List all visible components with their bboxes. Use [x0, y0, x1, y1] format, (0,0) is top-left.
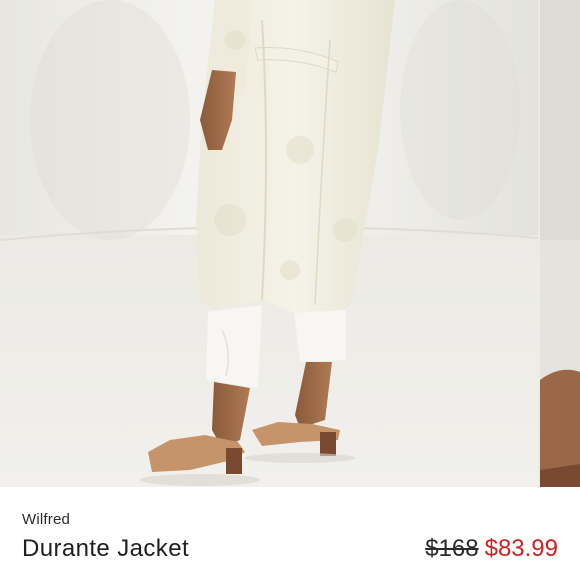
original-price: $168 — [425, 535, 479, 562]
product-price: $168 $83.99 — [425, 535, 558, 563]
product-image-carousel[interactable] — [0, 0, 580, 487]
product-info[interactable]: Wilfred Durante Jacket $168 $83.99 — [0, 487, 580, 580]
sale-price: $83.99 — [484, 535, 558, 562]
product-brand: Wilfred — [22, 511, 71, 528]
product-title[interactable]: Durante Jacket — [22, 535, 189, 563]
product-photo[interactable] — [0, 0, 538, 487]
product-card[interactable]: Wilfred Durante Jacket $168 $83.99 — [0, 0, 580, 580]
next-product-photo[interactable] — [540, 0, 580, 487]
